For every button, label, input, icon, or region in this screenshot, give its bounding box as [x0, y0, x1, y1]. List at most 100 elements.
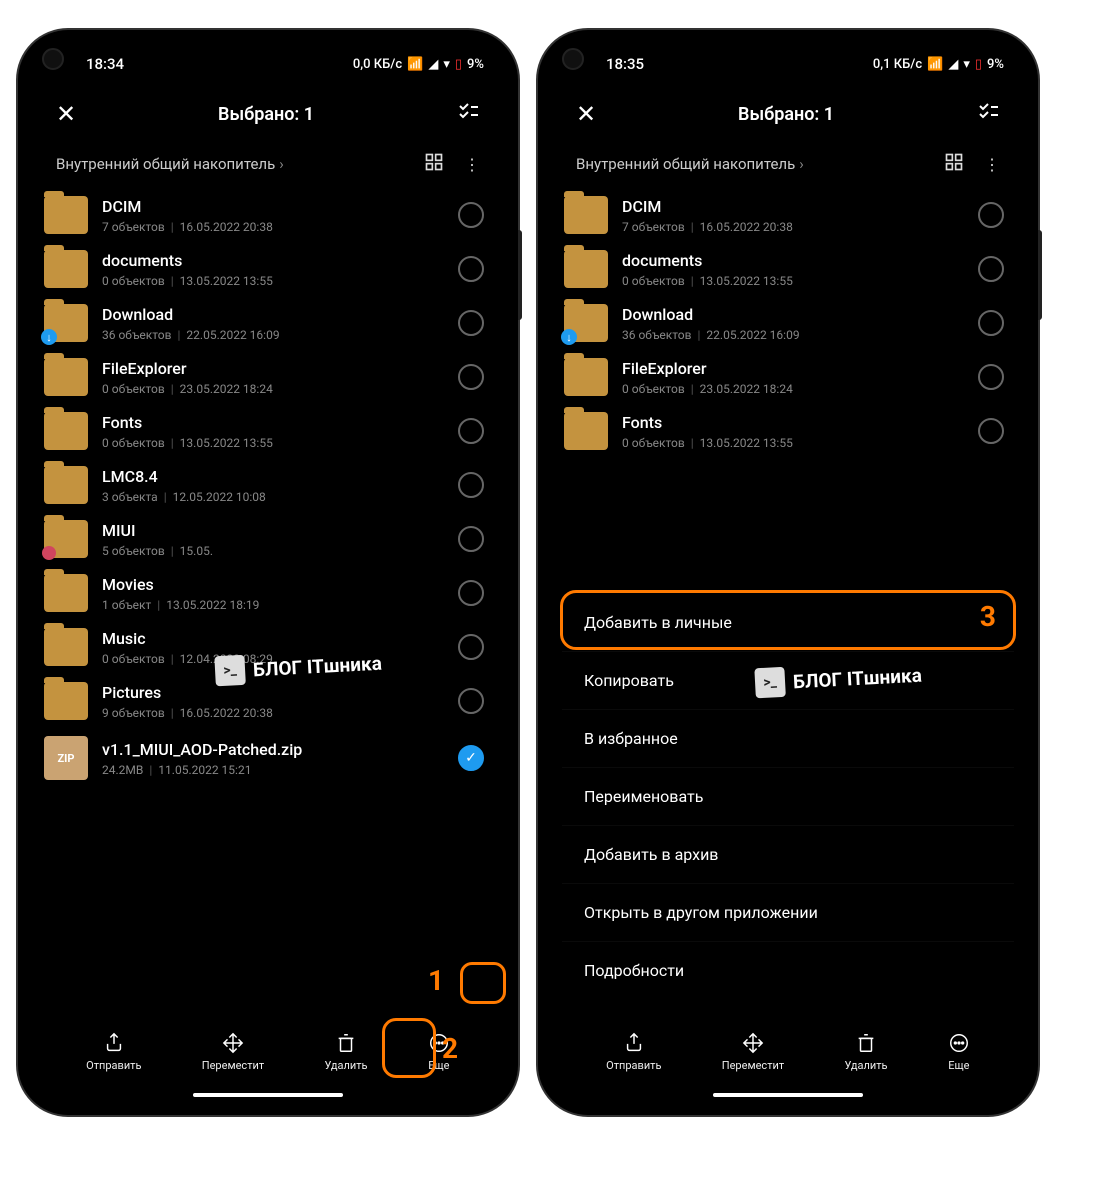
screen-left: 18:34 0,0 КБ/с 📶 ◢ ▾ ▯ 9% ✕ Выбрано: 1 В… — [30, 42, 506, 1103]
folder-row[interactable]: Music0 объектов|12.04.2022 08:29 — [30, 620, 506, 674]
select-radio[interactable] — [458, 364, 484, 390]
menu-archive[interactable]: Добавить в архив — [562, 825, 1014, 883]
folder-icon — [44, 196, 88, 234]
folder-row[interactable]: FileExplorer0 объектов|23.05.2022 18:24 — [30, 350, 506, 404]
folder-meta: 0 объектов|23.05.2022 18:24 — [622, 382, 964, 396]
select-radio[interactable] — [458, 526, 484, 552]
folder-icon — [44, 520, 88, 558]
row-text: Download36 объектов|22.05.2022 16:09 — [622, 305, 964, 342]
menu-rename[interactable]: Переименовать — [562, 767, 1014, 825]
folder-name: MIUI — [102, 521, 444, 540]
select-radio[interactable] — [458, 310, 484, 336]
select-radio[interactable] — [978, 364, 1004, 390]
menu-favorites[interactable]: В избранное — [562, 709, 1014, 767]
select-all-icon[interactable] — [456, 100, 480, 128]
select-all-icon[interactable] — [976, 100, 1000, 128]
status-bar: 18:34 0,0 КБ/с 📶 ◢ ▾ ▯ 9% — [30, 42, 506, 86]
lte-icon: 📶 — [927, 57, 943, 72]
grid-view-icon[interactable] — [424, 152, 444, 176]
grid-view-icon[interactable] — [944, 152, 964, 176]
select-radio[interactable] — [458, 634, 484, 660]
row-text: Fonts0 объектов|13.05.2022 13:55 — [102, 413, 444, 450]
folder-name: documents — [102, 251, 444, 270]
row-text: FileExplorer0 объектов|23.05.2022 18:24 — [102, 359, 444, 396]
select-radio[interactable] — [978, 256, 1004, 282]
select-radio[interactable] — [978, 310, 1004, 336]
select-radio[interactable] — [458, 202, 484, 228]
folder-name: Download — [102, 305, 444, 324]
select-radio[interactable]: ✓ — [458, 745, 484, 771]
folder-row[interactable]: DCIM7 объектов|16.05.2022 20:38 — [30, 188, 506, 242]
select-radio[interactable] — [458, 418, 484, 444]
send-button[interactable]: Отправить — [606, 1032, 661, 1072]
folder-icon — [44, 682, 88, 720]
folder-name: FileExplorer — [622, 359, 964, 378]
menu-dots-icon[interactable]: ⋮ — [464, 155, 480, 174]
file-meta: 24.2MB|11.05.2022 15:21 — [102, 763, 444, 777]
menu-add-private[interactable]: Добавить в личные — [562, 594, 1014, 651]
breadcrumb[interactable]: Внутренний общий накопитель› — [56, 155, 284, 173]
folder-icon — [564, 196, 608, 234]
folder-meta: 9 объектов|16.05.2022 20:38 — [102, 706, 444, 720]
home-indicator[interactable] — [193, 1093, 343, 1097]
select-radio[interactable] — [458, 256, 484, 282]
move-button[interactable]: Переместит — [202, 1032, 264, 1072]
folder-row[interactable]: MIUI5 объектов|15.05. — [30, 512, 506, 566]
folder-row[interactable]: FileExplorer 0 объектов|23.05.2022 18:24 — [550, 350, 1026, 404]
home-indicator[interactable] — [713, 1093, 863, 1097]
screen-right: 18:35 0,1 КБ/с 📶 ◢ ▾ ▯ 9% ✕ Выбрано: 1 В… — [550, 42, 1026, 1103]
bottom-toolbar: Отправить Переместит Удалить Еще — [30, 1011, 506, 1093]
folder-meta: 0 объектов|23.05.2022 18:24 — [102, 382, 444, 396]
select-radio[interactable] — [978, 418, 1004, 444]
camera-cutout — [562, 48, 584, 70]
folder-row[interactable]: documents0 объектов|13.05.2022 13:55 — [550, 242, 1026, 296]
folder-meta: 7 объектов|16.05.2022 20:38 — [102, 220, 444, 234]
folder-row[interactable]: LMC8.43 объекта|12.05.2022 10:08 — [30, 458, 506, 512]
folder-meta: 0 объектов|13.05.2022 13:55 — [622, 274, 964, 288]
signal-icon: ◢ — [948, 57, 958, 72]
battery-pct: 9% — [987, 57, 1004, 72]
delete-button[interactable]: Удалить — [324, 1032, 367, 1072]
folder-icon — [564, 358, 608, 396]
breadcrumb-row: Внутренний общий накопитель› ⋮ — [550, 142, 1026, 188]
menu-details[interactable]: Подробности — [562, 941, 1014, 999]
folder-row[interactable]: Fonts0 объектов|13.05.2022 13:55 — [30, 404, 506, 458]
folder-icon — [44, 250, 88, 288]
folder-row[interactable]: documents0 объектов|13.05.2022 13:55 — [30, 242, 506, 296]
folder-row[interactable]: Download36 объектов|22.05.2022 16:09 — [30, 296, 506, 350]
folder-row[interactable]: Movies1 объект|13.05.2022 18:19 — [30, 566, 506, 620]
folder-meta: 7 объектов|16.05.2022 20:38 — [622, 220, 964, 234]
close-icon[interactable]: ✕ — [56, 100, 76, 128]
folder-row[interactable]: Fonts 0 объектов|13.05.2022 13:55 — [550, 404, 1026, 458]
row-text: Download36 объектов|22.05.2022 16:09 — [102, 305, 444, 342]
move-button[interactable]: Переместит — [722, 1032, 784, 1072]
select-radio[interactable] — [458, 580, 484, 606]
status-right: 0,0 КБ/с 📶 ◢ ▾ ▯ 9% — [353, 57, 484, 72]
folder-name: Fonts — [622, 413, 964, 432]
folder-meta: 1 объект|13.05.2022 18:19 — [102, 598, 444, 612]
more-button[interactable]: Еще — [948, 1032, 970, 1072]
row-text: Movies1 объект|13.05.2022 18:19 — [102, 575, 444, 612]
folder-row[interactable]: Pictures9 объектов|16.05.2022 20:38 — [30, 674, 506, 728]
folder-name: Download — [622, 305, 964, 324]
folder-icon — [564, 304, 608, 342]
send-button[interactable]: Отправить — [86, 1032, 141, 1072]
delete-button[interactable]: Удалить — [844, 1032, 887, 1072]
file-list[interactable]: DCIM7 объектов|16.05.2022 20:38documents… — [30, 188, 506, 1011]
menu-open-other[interactable]: Открыть в другом приложении — [562, 883, 1014, 941]
file-row[interactable]: ZIPv1.1_MIUI_AOD-Patched.zip24.2MB|11.05… — [30, 728, 506, 788]
more-button[interactable]: Еще — [428, 1032, 450, 1072]
menu-copy[interactable]: Копировать — [562, 651, 1014, 709]
zip-icon: ZIP — [44, 736, 88, 780]
close-icon[interactable]: ✕ — [576, 100, 596, 128]
breadcrumb[interactable]: Внутренний общий накопитель› — [576, 155, 804, 173]
folder-row[interactable]: Download36 объектов|22.05.2022 16:09 — [550, 296, 1026, 350]
select-radio[interactable] — [458, 688, 484, 714]
row-text: LMC8.43 объекта|12.05.2022 10:08 — [102, 467, 444, 504]
select-radio[interactable] — [458, 472, 484, 498]
select-radio[interactable] — [978, 202, 1004, 228]
folder-row[interactable]: DCIM7 объектов|16.05.2022 20:38 — [550, 188, 1026, 242]
folder-meta: 0 объектов|13.05.2022 13:55 — [622, 436, 964, 450]
lte-icon: 📶 — [407, 57, 423, 72]
menu-dots-icon[interactable]: ⋮ — [984, 155, 1000, 174]
